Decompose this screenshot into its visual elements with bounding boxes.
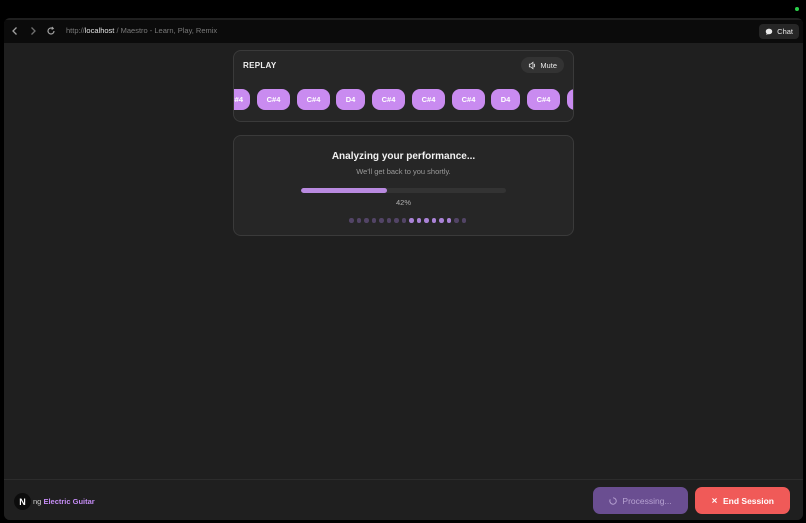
note-pill: C#4 [257,89,290,110]
progress-percent: 42% [395,198,411,207]
replay-title: REPLAY [243,61,277,70]
note-pill: C#4 [452,89,485,110]
loading-dot [424,218,429,223]
close-icon [711,498,717,503]
note-pill: C#4 [234,89,250,110]
reload-button[interactable] [44,24,58,38]
loading-dot [454,218,459,223]
system-top-bar [0,0,806,17]
replay-panel: REPLAY Mute C#4 C#4 C#4 D4 C#4 C#4 C#4 D… [233,50,574,122]
end-session-button[interactable]: End Session [695,487,790,514]
loading-dots [349,218,466,223]
back-button[interactable] [8,24,22,38]
browser-toolbar: http://localhost / Maestro - Learn, Play… [4,20,803,43]
processing-label: Processing... [622,495,672,506]
browser-window: http://localhost / Maestro - Learn, Play… [4,18,803,520]
loading-dot [371,218,376,223]
note-strip: C#4 C#4 C#4 D4 C#4 C#4 C#4 D4 C#4 [234,89,573,110]
spinner-icon [609,496,618,505]
note-pill: C#4 [412,89,445,110]
speaker-icon [529,61,536,69]
note-pill: C#4 [297,89,330,110]
mute-label: Mute [540,60,557,70]
chevron-right-icon [31,27,36,35]
chat-label: Chat [777,27,793,36]
url-prefix: http:// [66,26,85,35]
note-pill: C#4 [372,89,405,110]
chat-bubble-icon [765,28,773,35]
mute-button[interactable]: Mute [521,57,564,73]
loading-dot [401,218,406,223]
reload-icon [47,26,55,35]
loading-dot [446,218,451,223]
note-pill: C#4 [527,89,560,110]
loading-dot [409,218,414,223]
analysis-title: Analyzing your performance... [331,151,476,162]
note-pill: D4 [491,89,520,110]
now-playing-prefix: ng [33,497,42,506]
now-playing-text: ng Electric Guitar [33,497,95,506]
session-footer: N ng Electric Guitar Processing... End S… [4,479,803,520]
analysis-panel: Analyzing your performance... We'll get … [233,135,574,236]
progress-bar [301,188,506,193]
url-host: localhost [84,26,115,35]
end-session-label: End Session [722,495,774,506]
loading-dot [356,218,361,223]
loading-dot [394,218,399,223]
status-indicator [795,7,799,11]
loading-dot [349,218,354,223]
note-pill [567,89,573,110]
instrument-name: Electric Guitar [43,497,95,506]
loading-dot [416,218,421,223]
address-bar[interactable]: http://localhost / Maestro - Learn, Play… [66,26,217,35]
forward-button[interactable] [26,24,40,38]
loading-dot [379,218,384,223]
progress-fill [301,188,388,193]
page-title: / Maestro - Learn, Play, Remix [114,26,218,35]
loading-dot [364,218,369,223]
chevron-left-icon [12,27,17,35]
processing-button[interactable]: Processing... [593,487,688,514]
loading-dot [386,218,391,223]
chat-button[interactable]: Chat [759,24,799,39]
avatar[interactable]: N [14,493,31,510]
analysis-subtitle: We'll get back to you shortly. [356,167,451,176]
loading-dot [431,218,436,223]
loading-dot [461,218,466,223]
note-pill: D4 [336,89,365,110]
loading-dot [439,218,444,223]
